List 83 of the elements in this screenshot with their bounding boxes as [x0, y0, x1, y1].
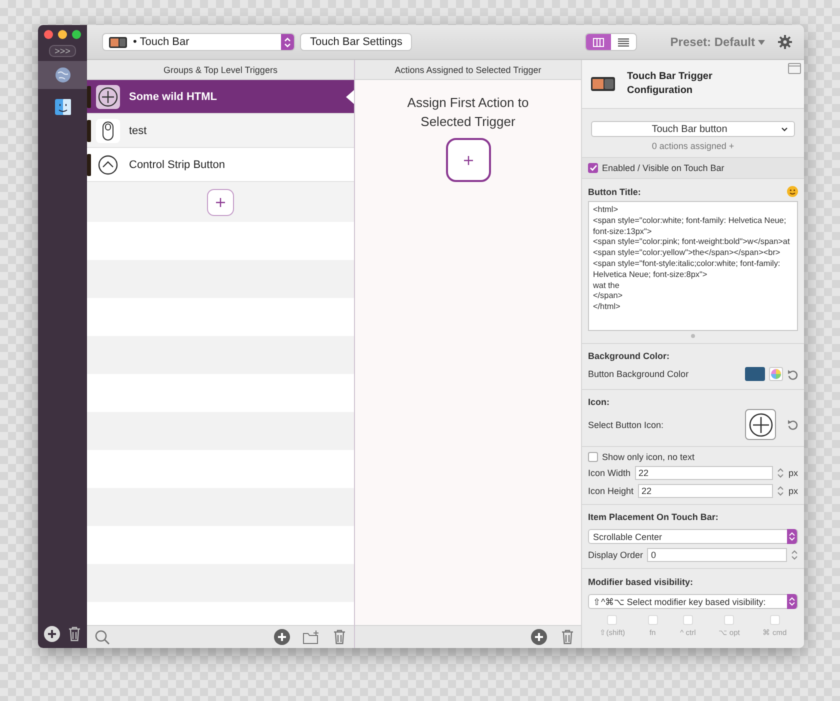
handle-icon — [87, 154, 91, 176]
trigger-row[interactable]: test — [87, 114, 354, 148]
color-wheel-icon[interactable] — [771, 369, 781, 379]
actions-count-link[interactable]: 0 actions assigned + — [591, 141, 795, 151]
column-header: Groups & Top Level Triggers — [87, 60, 354, 80]
plus-circle-icon — [98, 86, 118, 106]
title-text-area[interactable]: <html> <span style="color:white; font-family: Helvetica Neue; font-size:13px"> <span style="color:pink; font-weight:bold">w</span>at <span style="color:yellow">the</span></span><br> <span style="font-style:italic;color:white; font-family: Helvetica Neue; font-size:8px"> wat the </span> </html> — [588, 201, 798, 331]
stepper-icon[interactable] — [777, 467, 784, 479]
trigger-title: Some wild HTML — [129, 90, 217, 102]
empty-message: Assign First Action to Selected Trigger — [406, 94, 530, 131]
settings-icon[interactable] — [778, 35, 792, 49]
handle-icon — [87, 120, 91, 142]
color-swatch[interactable] — [745, 367, 765, 381]
plus-circle-icon — [748, 412, 772, 436]
placement-dropdown[interactable]: Scrollable Center — [588, 529, 798, 544]
plus-icon — [464, 156, 472, 164]
list-icon — [618, 38, 630, 46]
zoom-button[interactable] — [72, 30, 81, 39]
stepper-icon[interactable] — [777, 485, 784, 497]
device-dropdown[interactable]: • Touch Bar — [102, 33, 295, 51]
add-action-button[interactable] — [446, 138, 490, 182]
unit-label: px — [788, 486, 798, 496]
handle-icon — [87, 86, 91, 108]
stepper-icon — [284, 36, 291, 48]
touch-bar-icon — [109, 36, 127, 48]
unit-label: px — [788, 468, 798, 478]
caret-icon[interactable] — [758, 40, 765, 44]
modifier-dropdown[interactable]: ⇧^⌘⌥ Select modifier key based visibility: — [588, 594, 798, 609]
folder-plus-icon[interactable] — [303, 630, 320, 644]
add-icon[interactable] — [274, 629, 290, 645]
trigger-title: Control Strip Button — [129, 158, 225, 170]
input-field[interactable]: 22 — [634, 466, 774, 480]
checkbox-label: Show only icon, no text — [602, 452, 695, 462]
add-icon[interactable] — [44, 626, 60, 642]
section-label: Modifier based visibility: — [588, 577, 694, 587]
field-label: Select Button Icon: — [588, 420, 665, 430]
window-icon[interactable] — [788, 63, 801, 74]
touch-bar-icon — [591, 77, 615, 91]
trigger-row[interactable]: Some wild HTML — [87, 80, 354, 114]
section-label: Button Title: — [588, 186, 641, 196]
trigger-title: test — [129, 124, 147, 136]
checkbox-label: Enabled / Visible on Touch Bar — [602, 163, 724, 173]
type-dropdown[interactable]: Touch Bar button — [591, 121, 795, 137]
icon-only-checkbox[interactable] — [588, 452, 598, 462]
column-header: Actions Assigned to Selected Trigger — [355, 60, 581, 80]
enabled-checkbox[interactable] — [588, 163, 598, 173]
chevron-up-icon — [98, 154, 118, 174]
search-icon[interactable] — [95, 630, 110, 644]
config-title: Touch Bar Trigger Configuration — [627, 70, 714, 98]
resize-handle[interactable] — [691, 334, 695, 338]
reset-icon[interactable] — [787, 368, 798, 380]
settings-button[interactable]: Touch Bar Settings — [300, 33, 412, 51]
face-icon — [54, 99, 70, 115]
stepper-icon — [789, 597, 795, 606]
icon-picker-button[interactable] — [745, 409, 776, 440]
trash-icon[interactable] — [561, 629, 574, 645]
section-label: Item Placement On Touch Bar: — [588, 512, 720, 522]
field-label: Display Order — [588, 550, 644, 560]
minimize-button[interactable] — [58, 30, 67, 39]
view-mode-button[interactable] — [611, 34, 636, 50]
close-button[interactable] — [44, 30, 53, 39]
chevron-down-icon — [781, 126, 788, 132]
stepper-icon — [789, 532, 795, 541]
trash-icon[interactable] — [68, 626, 81, 642]
reset-icon[interactable] — [787, 419, 798, 430]
globe-icon — [54, 67, 70, 83]
field-label: Icon Height — [588, 486, 634, 496]
add-trigger-button[interactable] — [207, 188, 234, 216]
field-label: Icon Width — [588, 468, 631, 478]
emoji-icon[interactable] — [787, 186, 798, 197]
add-icon[interactable] — [531, 629, 547, 645]
field-label: Button Background Color — [588, 369, 690, 379]
columns-icon — [593, 38, 604, 46]
mouse-icon — [102, 120, 114, 140]
plus-icon — [216, 198, 225, 206]
section-label: Icon: — [588, 397, 610, 407]
checkmark-icon — [590, 165, 596, 171]
input-field[interactable]: 22 — [638, 484, 774, 498]
input-field[interactable]: 0 — [647, 548, 787, 562]
stepper-icon[interactable] — [791, 549, 798, 561]
trash-icon[interactable] — [333, 629, 346, 645]
section-label: Background Color: — [588, 351, 671, 361]
expand-button[interactable]: >>> — [48, 45, 76, 57]
